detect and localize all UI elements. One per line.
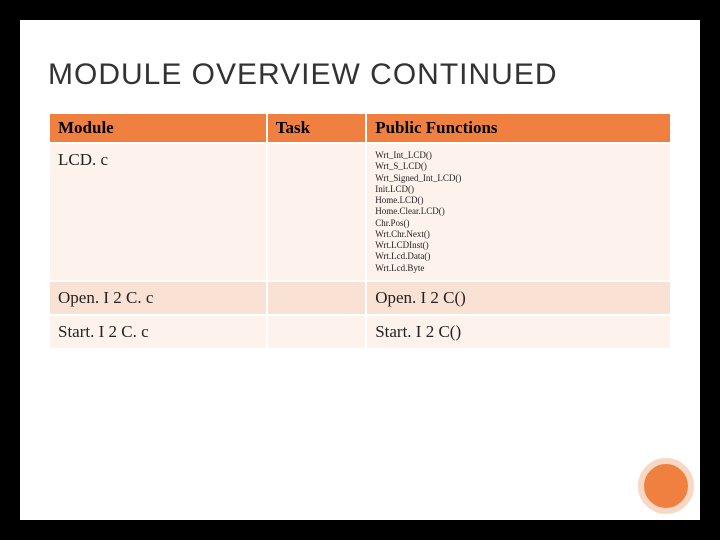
cell-module: LCD. c bbox=[49, 143, 267, 281]
module-table: Module Task Public Functions LCD. c Wrt_… bbox=[48, 112, 672, 350]
cell-task bbox=[267, 143, 367, 281]
table-row: LCD. c Wrt_Int_LCD() Wrt_S_LCD() Wrt_Sig… bbox=[49, 143, 671, 281]
cell-task bbox=[267, 315, 367, 349]
cell-module: Open. I 2 C. c bbox=[49, 281, 267, 315]
cell-functions: Start. I 2 C() bbox=[366, 315, 671, 349]
table-row: Open. I 2 C. c Open. I 2 C() bbox=[49, 281, 671, 315]
table-header-row: Module Task Public Functions bbox=[49, 113, 671, 143]
slide: MODULE OVERVIEW CONTINUED Module Task Pu… bbox=[20, 20, 700, 520]
page-title: MODULE OVERVIEW CONTINUED bbox=[48, 58, 672, 92]
cell-task bbox=[267, 281, 367, 315]
cell-functions: Open. I 2 C() bbox=[366, 281, 671, 315]
decorative-circle-icon bbox=[638, 458, 694, 514]
cell-functions: Wrt_Int_LCD() Wrt_S_LCD() Wrt_Signed_Int… bbox=[366, 143, 671, 281]
cell-module: Start. I 2 C. c bbox=[49, 315, 267, 349]
header-functions: Public Functions bbox=[366, 113, 671, 143]
table-row: Start. I 2 C. c Start. I 2 C() bbox=[49, 315, 671, 349]
header-module: Module bbox=[49, 113, 267, 143]
header-task: Task bbox=[267, 113, 367, 143]
